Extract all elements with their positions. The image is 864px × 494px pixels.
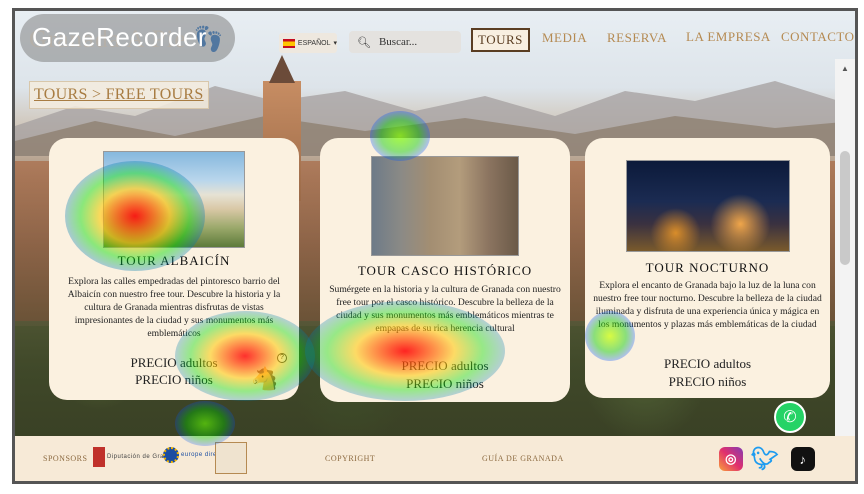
price-children: PRECIO niños [406, 376, 484, 391]
europe-direct-logo[interactable]: europe direct [163, 447, 223, 463]
instagram-icon[interactable]: ◎ [719, 447, 743, 471]
ayuntamiento-seal[interactable] [215, 442, 247, 474]
browser-viewport: Granada A Pie 👣 ESPAÑOL ▾ 🔍︎ Buscar... T… [12, 8, 858, 484]
card-title: TOUR NOCTURNO [645, 260, 770, 275]
language-label: ESPAÑOL [297, 39, 331, 47]
casco-historico-photo [371, 156, 519, 256]
nav-reserva[interactable]: RESERVA [607, 30, 667, 46]
card-description: Explora las calles empedradas del pintor… [67, 276, 281, 339]
nav-reserva-label[interactable]: RESERVA [607, 30, 667, 46]
language-selector[interactable]: ESPAÑOL ▾ [279, 33, 337, 53]
tour-card-nocturno[interactable]: TOUR NOCTURNO Explora el encanto de Gran… [585, 138, 830, 398]
card-title: TOUR ALBAICÍN [117, 253, 231, 268]
nav-la-empresa[interactable]: LA EMPRESA [686, 29, 771, 45]
twitter-icon[interactable]: 🐦︎ [751, 446, 779, 471]
albaicin-photo [103, 151, 245, 248]
sponsors-label: SPONSORS [43, 454, 88, 463]
diputacion-emblem-icon [93, 447, 105, 467]
tour-card-casco-historico[interactable]: TOUR CASCO HISTÓRICO Sumérgete en la his… [320, 138, 570, 402]
spain-flag-icon [283, 38, 295, 48]
tour-card-albaicin[interactable]: TOUR ALBAICÍN Explora las calles empedra… [49, 138, 299, 400]
footer: SPONSORS Diputación de Granada europe di… [15, 436, 855, 481]
nav-tours-label[interactable]: TOURS [478, 32, 523, 48]
nav-contacto-label[interactable]: CONTACTO [781, 29, 855, 45]
tiktok-icon[interactable]: ♪ [791, 447, 815, 471]
scroll-up-arrow[interactable]: ▲ [835, 59, 855, 79]
guia-granada-link[interactable]: GUÍA DE GRANADA [482, 454, 564, 463]
nav-contacto[interactable]: CONTACTO [781, 29, 855, 45]
breadcrumb[interactable]: TOURS > FREE TOURS [29, 81, 209, 109]
search-icon: 🔍︎ [357, 36, 371, 49]
nav-media[interactable]: MEDIA [542, 30, 587, 46]
card-description: Explora el encanto de Granada bajo la lu… [593, 280, 822, 330]
card-description: Sumérgete en la historia y la cultura de… [329, 284, 561, 334]
nav-tours[interactable]: TOURS [471, 28, 530, 52]
whatsapp-icon[interactable]: ✆ [774, 401, 806, 433]
chevron-down-icon: ▾ [333, 40, 337, 47]
price-children: PRECIO niños [668, 374, 747, 389]
help-icon[interactable]: ? [277, 353, 287, 363]
eu-stars-icon [163, 447, 179, 463]
price-adults: PRECIO adultos [401, 358, 489, 373]
copyright-link[interactable]: COPYRIGHT [325, 454, 375, 463]
search-input[interactable]: Buscar... [379, 36, 417, 48]
search-box[interactable]: 🔍︎ Buscar... [349, 31, 461, 53]
gazerecorder-label: GazeRecorder [32, 22, 208, 52]
scrollbar-thumb[interactable] [840, 151, 850, 265]
seal-icon [215, 442, 247, 474]
card-title: TOUR CASCO HISTÓRICO [357, 263, 533, 278]
nav-media-label[interactable]: MEDIA [542, 30, 587, 46]
rocking-horse-icon[interactable]: 🐴 [251, 366, 279, 394]
price-adults: PRECIO adultos [663, 356, 752, 371]
nav-la-empresa-label[interactable]: LA EMPRESA [686, 29, 771, 45]
nocturno-photo [625, 160, 790, 252]
